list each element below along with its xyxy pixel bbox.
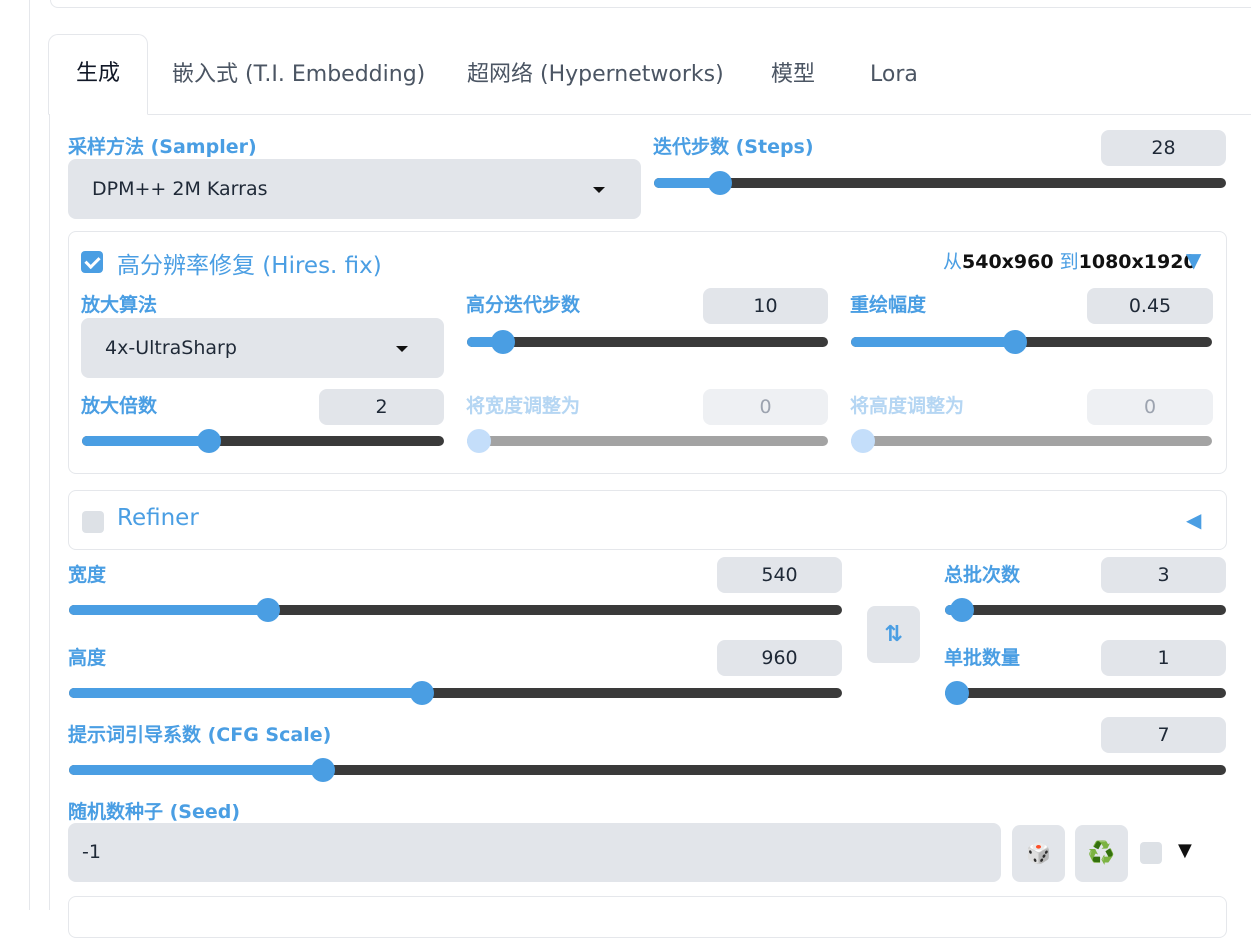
batch-count-slider-thumb[interactable] [950,598,975,622]
width-label: 宽度 [68,564,107,586]
denoise-slider-thumb[interactable] [1002,330,1027,354]
seed-input[interactable]: -1 [68,823,1001,882]
cfg-scale-slider-thumb[interactable] [311,758,336,782]
batch-size-slider[interactable] [945,681,1226,705]
seed-label: 随机数种子 (Seed) [68,801,241,823]
steps-slider-thumb[interactable] [707,171,732,195]
batch-count-number-input[interactable]: 3 [1101,557,1226,593]
chevron-down-icon [396,346,408,352]
sampler-label: 采样方法 (Sampler) [68,136,257,158]
resize-width-number-input[interactable]: 0 [703,389,828,425]
tab-generate[interactable]: 生成 [48,34,148,115]
hires-from-label: 从 [943,251,963,273]
swap-arrows-icon: ⇅ [884,622,903,647]
tab-lora[interactable]: Lora [870,36,918,114]
upscaler-label: 放大算法 [81,294,158,316]
tabs-divider [50,114,1251,115]
page-left-rule [29,0,30,910]
resize-height-number-input[interactable]: 0 [1087,389,1213,425]
denoise-number-input[interactable]: 0.45 [1087,288,1213,324]
height-slider-fill [69,688,422,698]
hires-steps-slider-thumb[interactable] [490,330,515,354]
denoise-slider-fill [851,337,1015,347]
chevron-down-icon [593,187,605,193]
refiner-panel [68,490,1227,550]
steps-label: 迭代步数 (Steps) [653,136,814,158]
upscale-by-label: 放大倍数 [81,395,158,417]
upscale-by-slider-thumb[interactable] [196,429,221,453]
hires-to-size: 1080x1920 [1078,251,1197,273]
top-card-edge [50,0,1251,8]
tab-models[interactable]: 模型 [771,36,815,114]
upscale-by-slider[interactable] [82,429,444,453]
tab-embedding[interactable]: 嵌入式 (T.I. Embedding) [172,36,425,114]
swap-dimensions-button[interactable]: ⇅ [867,606,920,663]
refiner-title[interactable]: Refiner [117,505,199,531]
reuse-seed-button[interactable]: ♻️ [1075,825,1128,882]
tab-hypernetworks[interactable]: 超网络 (Hypernetworks) [467,36,724,114]
hires-collapse-icon[interactable]: ▼ [1186,248,1201,272]
upscale-by-number-input[interactable]: 2 [319,389,444,425]
width-slider[interactable] [69,598,842,622]
resize-width-label: 将宽度调整为 [466,395,581,417]
height-slider[interactable] [69,681,842,705]
cfg-scale-slider[interactable] [69,758,1226,782]
resize-height-slider[interactable] [851,429,1212,453]
sampler-dropdown[interactable]: DPM++ 2M Karras [68,159,641,219]
dice-icon: 🎲 [1026,841,1051,865]
upscale-by-slider-fill [82,436,209,446]
height-label: 高度 [68,647,107,669]
seed-input-value: -1 [82,841,101,863]
width-slider-thumb[interactable] [256,598,281,622]
refiner-checkbox[interactable] [82,511,104,533]
resize-width-slider-thumb[interactable] [467,429,491,453]
height-number-input[interactable]: 960 [717,640,842,676]
width-number-input[interactable]: 540 [717,557,842,593]
extra-seed-expand-icon[interactable]: ▼ [1178,840,1192,861]
hires-size-summary: 从540x960 到1080x1920 [943,247,1197,274]
panel-left-border [49,114,50,910]
steps-number-input[interactable]: 28 [1101,130,1226,166]
denoise-label: 重绘幅度 [850,294,927,316]
hires-steps-slider[interactable] [467,330,828,354]
steps-slider[interactable] [654,171,1226,195]
resize-width-slider[interactable] [467,429,828,453]
denoise-slider[interactable] [851,330,1212,354]
width-slider-fill [69,605,269,615]
cfg-scale-number-input[interactable]: 7 [1101,717,1226,753]
cfg-scale-label: 提示词引导系数 (CFG Scale) [68,724,332,746]
batch-size-slider-thumb[interactable] [945,681,969,705]
batch-size-label: 单批数量 [944,647,1021,669]
hires-fix-checkbox[interactable] [81,251,103,273]
next-panel-edge [68,896,1227,938]
hires-steps-label: 高分迭代步数 [466,294,581,316]
upscaler-dropdown[interactable]: 4x-UltraSharp [81,318,444,378]
height-slider-thumb[interactable] [409,681,434,705]
sampler-value: DPM++ 2M Karras [92,178,268,200]
cfg-scale-slider-fill [69,765,324,775]
resize-height-label: 将高度调整为 [850,395,965,417]
batch-count-slider[interactable] [945,598,1226,622]
hires-steps-number-input[interactable]: 10 [703,288,828,324]
hires-to-label: 到 [1053,251,1079,273]
resize-height-slider-thumb[interactable] [851,429,875,453]
hires-from-size: 540x960 [962,251,1054,273]
random-seed-button[interactable]: 🎲 [1012,825,1065,882]
recycle-icon: ♻️ [1087,841,1116,866]
hires-fix-title[interactable]: 高分辨率修复 (Hires. fix) [117,246,382,280]
batch-size-number-input[interactable]: 1 [1101,640,1226,676]
refiner-expand-icon[interactable]: ◀ [1186,508,1201,532]
upscaler-value: 4x-UltraSharp [105,337,237,359]
extra-seed-checkbox[interactable] [1140,842,1162,864]
batch-count-label: 总批次数 [944,564,1021,586]
